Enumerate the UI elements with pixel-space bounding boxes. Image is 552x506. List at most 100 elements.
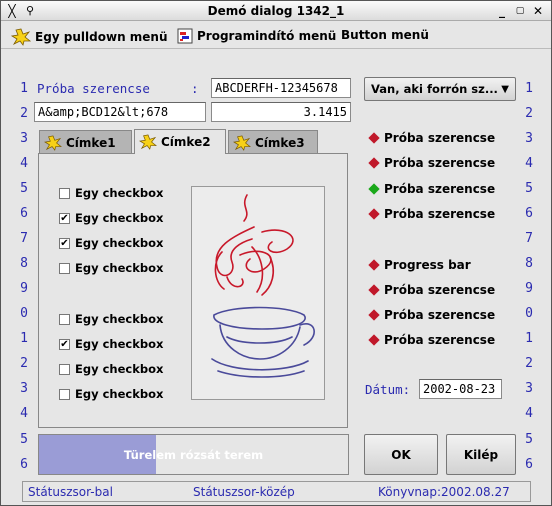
checkbox[interactable] <box>59 313 70 325</box>
chevron-down-icon[interactable]: ▼ <box>501 84 509 95</box>
dialog-window: ╳ ⚲ Demó dialog 1342_1 _ ▢ ✕ Egy pulldow… <box>0 0 552 506</box>
burst-icon <box>139 134 157 150</box>
checkbox[interactable] <box>59 262 70 274</box>
window-title: Demó dialog 1342_1 <box>207 4 345 18</box>
row-number: 9 <box>20 281 28 296</box>
checkbox-label: Egy checkbox <box>75 211 164 225</box>
status-middle: Státuszsor-közép <box>193 485 295 499</box>
diamond-icon <box>368 208 380 220</box>
list-item[interactable]: Próba szerencse <box>368 131 496 145</box>
checkbox-item[interactable]: Egy checkbox <box>59 387 163 401</box>
menu-button[interactable]: Button menü <box>341 28 429 42</box>
combo-box[interactable]: Van, aki forrón sz... ▼ <box>364 77 516 101</box>
checkbox-label: Egy checkbox <box>75 236 164 250</box>
row-number: 1 <box>20 81 28 96</box>
exit-button[interactable]: Kilép <box>446 434 516 475</box>
row-number: 1 <box>525 81 533 96</box>
tab-cimke2[interactable]: Címke2 <box>134 129 226 154</box>
list-item-label: Próba szerencse <box>384 207 496 221</box>
menu-pulldown[interactable]: Egy pulldown menü <box>11 28 168 46</box>
checkbox-label: Egy checkbox <box>75 337 164 351</box>
row-number: 6 <box>525 206 533 221</box>
java-logo-image <box>191 186 325 400</box>
tab-cimke3[interactable]: Címke3 <box>228 130 318 154</box>
list-item[interactable]: Próba szerencse <box>368 333 496 347</box>
row-number: 2 <box>525 106 533 121</box>
list-item[interactable]: Próba szerencse <box>368 156 495 170</box>
checkbox-item[interactable]: ✔ Egy checkbox <box>59 236 163 250</box>
app-icon <box>177 28 193 44</box>
row-number: 6 <box>20 206 28 221</box>
row-number: 7 <box>525 231 533 246</box>
diamond-icon <box>368 284 380 296</box>
checkbox[interactable]: ✔ <box>59 212 70 224</box>
checkbox-item[interactable]: ✔ Egy checkbox <box>59 211 163 225</box>
menu-program-launcher[interactable]: Programindító menü <box>177 28 336 44</box>
status-right: Könyvnap:2002.08.27 <box>378 485 510 499</box>
list-item-label: Próba szerencse <box>384 131 496 145</box>
row-number: 6 <box>20 457 28 472</box>
date-field[interactable]: 2002-08-23 <box>419 379 502 399</box>
status-left: Státuszsor-bal <box>28 485 113 499</box>
row-number: 2 <box>525 356 533 371</box>
text-field-code[interactable]: ABCDERFH-12345678 <box>211 78 351 98</box>
row-number: 5 <box>20 181 28 196</box>
date-label: Dátum: <box>365 382 411 397</box>
burst-icon <box>44 134 62 151</box>
field-label-colon: : <box>191 81 199 96</box>
text-field-escaped[interactable]: A&amp;BCD12&lt;678 <box>34 102 206 122</box>
checkbox[interactable] <box>59 187 70 199</box>
menu-button-label: Button menü <box>341 28 429 42</box>
diamond-icon <box>368 132 380 144</box>
diamond-icon <box>368 183 380 195</box>
list-item-label: Progress bar <box>384 258 471 272</box>
list-item[interactable]: Próba szerencse <box>368 207 496 221</box>
tab-cimke1[interactable]: Címke1 <box>39 130 132 154</box>
row-number: 8 <box>20 256 28 271</box>
checkbox-item[interactable]: Egy checkbox <box>59 362 163 376</box>
row-number: 4 <box>20 156 28 171</box>
row-number: 5 <box>525 181 533 196</box>
diamond-icon <box>368 309 380 321</box>
burst-icon <box>11 28 31 46</box>
row-number: 7 <box>20 231 28 246</box>
list-item[interactable]: Próba szerencse <box>368 283 495 297</box>
checkbox-label: Egy checkbox <box>75 186 164 200</box>
title-bar[interactable]: ╳ ⚲ Demó dialog 1342_1 _ ▢ ✕ <box>1 1 551 21</box>
checkbox-item[interactable]: Egy checkbox <box>59 186 163 200</box>
checkbox[interactable] <box>59 388 70 400</box>
row-number: 0 <box>20 306 28 321</box>
progress-text: Türelem rózsát terem <box>123 448 264 462</box>
menu-pulldown-label: Egy pulldown menü <box>35 30 168 44</box>
checkbox-item[interactable]: ✔ Egy checkbox <box>59 337 163 351</box>
row-number: 4 <box>525 156 533 171</box>
minimize-icon[interactable]: _ <box>495 4 509 18</box>
row-number: 5 <box>525 432 533 447</box>
list-item[interactable]: Próba szerencse <box>368 308 495 322</box>
text-field-number[interactable]: 3.1415 <box>211 102 351 122</box>
checkbox-label: Egy checkbox <box>75 261 164 275</box>
row-number: 3 <box>525 381 533 396</box>
list-item[interactable]: Próba szerencse <box>368 182 495 196</box>
menu-bar: Egy pulldown menü Programindító menü But… <box>1 22 551 49</box>
checkbox-item[interactable]: Egy checkbox <box>59 312 163 326</box>
tab-label: Címke1 <box>66 135 116 150</box>
checkbox[interactable] <box>59 363 70 375</box>
diamond-icon <box>368 259 380 271</box>
checkbox[interactable]: ✔ <box>59 237 70 249</box>
maximize-icon[interactable]: ▢ <box>513 4 527 18</box>
diamond-icon <box>368 334 380 346</box>
row-number: 6 <box>525 457 533 472</box>
ok-button[interactable]: OK <box>364 434 438 475</box>
row-number: 3 <box>525 131 533 146</box>
list-item-label: Próba szerencse <box>384 333 496 347</box>
close-icon[interactable]: ✕ <box>531 4 545 18</box>
status-bar: Státuszsor-bal Státuszsor-közép Könyvnap… <box>22 481 531 502</box>
checkbox-item[interactable]: Egy checkbox <box>59 261 163 275</box>
list-item[interactable]: Progress bar <box>368 258 471 272</box>
row-number: 4 <box>20 406 28 421</box>
row-number: 0 <box>525 306 533 321</box>
checkbox[interactable]: ✔ <box>59 338 70 350</box>
row-number: 3 <box>20 131 28 146</box>
combo-value: Van, aki forrón sz... <box>371 82 498 96</box>
